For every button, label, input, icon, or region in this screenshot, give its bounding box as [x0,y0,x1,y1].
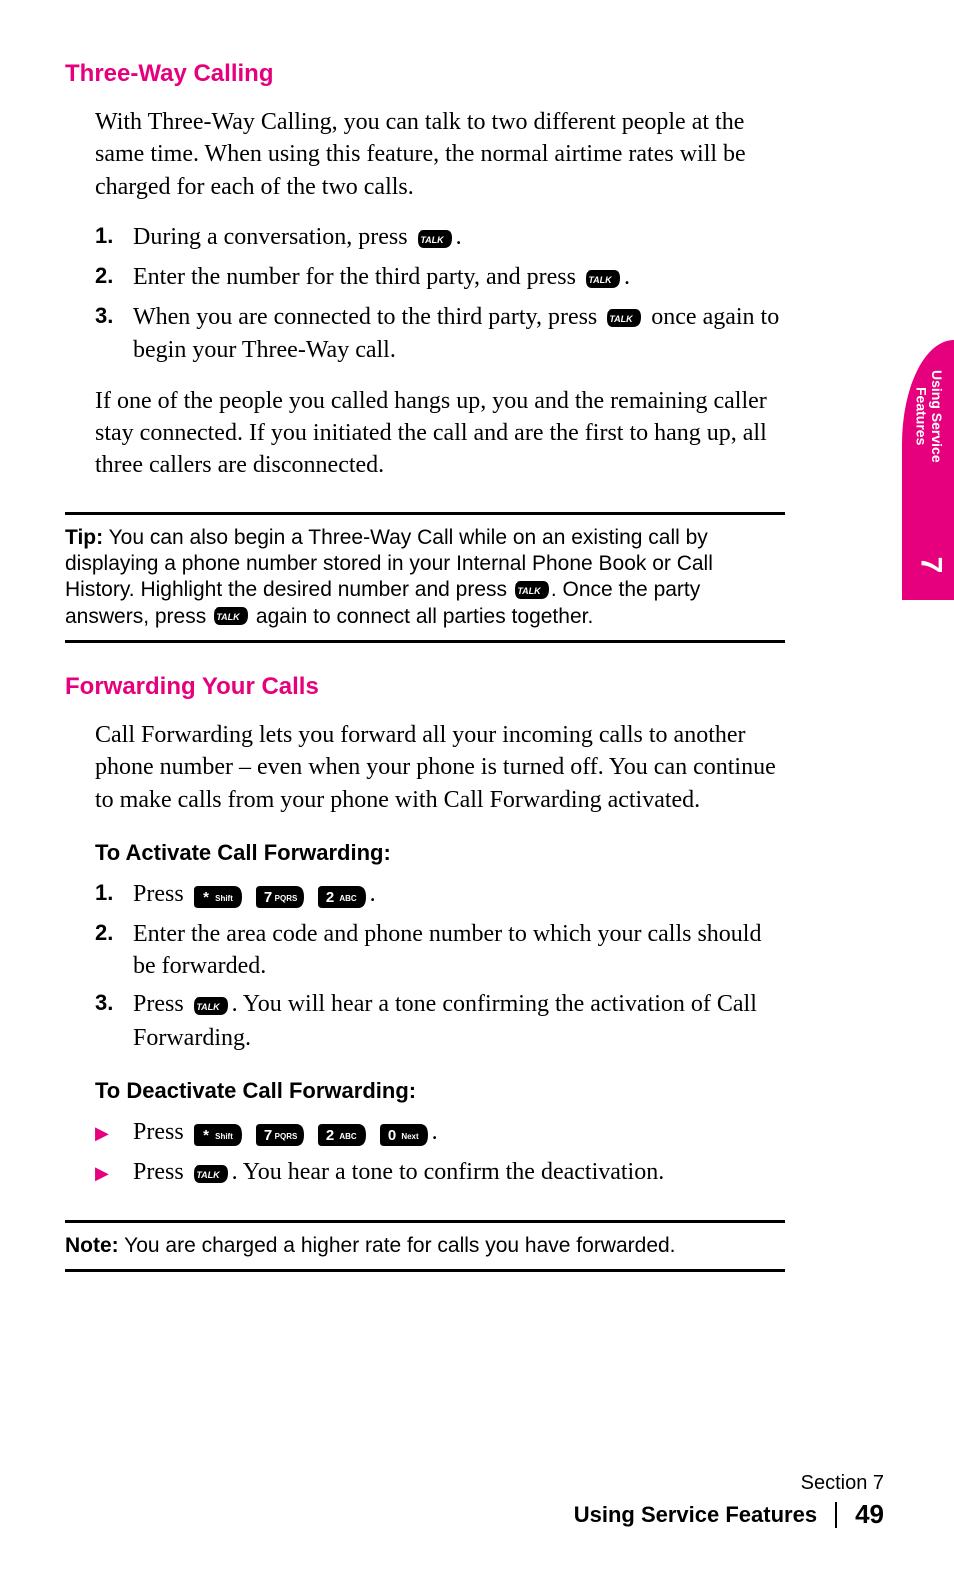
2-key-icon: 2 ABC [316,1118,368,1150]
svg-text:2: 2 [326,889,334,906]
steps-deactivate: ▶Press *Shift 7PQRS 2ABC 0Next.▶Press TA… [95,1116,785,1189]
talk-key-icon: TALK [584,262,622,294]
7-key-icon: 7PQRS [254,1118,306,1150]
note-box: Note: You are charged a higher rate for … [65,1220,785,1272]
note-text: You are charged a higher rate for calls … [119,1234,676,1257]
svg-text:*: * [203,889,209,906]
svg-text:TALK: TALK [517,586,542,596]
svg-text:7: 7 [264,889,272,906]
intro-forwarding: Call Forwarding lets you forward all you… [95,719,785,816]
step-text: Press TALK. You will hear a tone confirm… [133,988,785,1054]
svg-text:Next: Next [401,1132,419,1141]
list-item: 3.Press TALK. You will hear a tone confi… [95,988,785,1054]
heading-forwarding: Forwarding Your Calls [65,673,785,701]
list-item: 2.Enter the number for the third party, … [95,261,785,295]
svg-text:0: 0 [388,1127,396,1144]
side-tab: Using ServiceFeatures 7 [902,340,954,600]
tip-text-3: again to connect all parties together. [250,605,593,628]
0-key-icon: 0 Next [378,1118,430,1150]
svg-text:ABC: ABC [339,1132,357,1141]
svg-text:Shift: Shift [215,894,233,903]
talk-key-icon: TALK [513,578,551,601]
intro-three-way: With Three-Way Calling, you can talk to … [95,106,785,203]
list-item: 1.Press *Shift 7PQRS 2ABC. [95,878,785,912]
svg-text:7: 7 [264,1127,272,1144]
svg-text:TALK: TALK [420,235,445,245]
subhead-deactivate: To Deactivate Call Forwarding: [95,1078,785,1104]
step-text: Enter the area code and phone number to … [133,918,785,983]
bullet-text: Press TALK. You hear a tone to confirm t… [133,1156,664,1190]
page-content: Three-Way Calling With Three-Way Calling… [65,60,785,1302]
svg-text:PQRS: PQRS [274,894,297,903]
list-item: 2.Enter the area code and phone number t… [95,918,785,983]
talk-key-icon: TALK [192,990,230,1022]
svg-text:ABC: ABC [339,894,357,903]
footer-section: Section 7 [574,1472,884,1495]
svg-text:2: 2 [326,1127,334,1144]
step-text: Enter the number for the third party, an… [133,261,630,295]
step-text: When you are connected to the third part… [133,301,785,367]
talk-key-icon: TALK [605,302,643,334]
footer-title: Using Service Features [574,1502,837,1528]
page-footer: Section 7 Using Service Features 49 [574,1472,884,1530]
step-text: Press *Shift 7PQRS 2ABC. [133,878,376,912]
svg-text:TALK: TALK [196,1170,221,1180]
steps-activate: 1.Press *Shift 7PQRS 2ABC.2.Enter the ar… [95,878,785,1055]
step-number: 3. [95,301,133,367]
svg-text:Shift: Shift [215,1132,233,1141]
7-key-icon: 7PQRS [254,879,306,911]
tab-label: Using ServiceFeatures [913,370,944,463]
step-text: During a conversation, press TALK. [133,221,462,255]
step-number: 2. [95,918,133,983]
triangle-bullet-icon: ▶ [95,1121,133,1145]
svg-text:*: * [203,1127,209,1144]
svg-text:TALK: TALK [216,612,241,622]
talk-key-icon: TALK [212,605,250,628]
step-number: 1. [95,221,133,255]
svg-text:PQRS: PQRS [274,1132,297,1141]
tab-number: 7 [914,557,948,574]
triangle-bullet-icon: ▶ [95,1161,133,1185]
list-item: ▶Press *Shift 7PQRS 2ABC 0Next. [95,1116,785,1150]
step-number: 2. [95,261,133,295]
svg-text:TALK: TALK [196,1002,221,1012]
talk-key-icon: TALK [416,222,454,254]
subhead-activate: To Activate Call Forwarding: [95,840,785,866]
note-label: Note: [65,1234,119,1257]
2-key-icon: 2 ABC [316,879,368,911]
svg-text:TALK: TALK [588,275,613,285]
list-item: ▶Press TALK. You hear a tone to confirm … [95,1156,785,1190]
outro-three-way: If one of the people you called hangs up… [95,385,785,482]
footer-page: 49 [837,1499,884,1530]
star-key-icon: * Shift [192,1118,244,1150]
steps-three-way: 1.During a conversation, press TALK.2.En… [95,221,785,366]
heading-three-way: Three-Way Calling [65,60,785,88]
bullet-text: Press *Shift 7PQRS 2ABC 0Next. [133,1116,438,1150]
tip-box: Tip: You can also begin a Three-Way Call… [65,512,785,643]
talk-key-icon: TALK [192,1157,230,1189]
star-key-icon: * Shift [192,879,244,911]
step-number: 1. [95,878,133,912]
tip-label: Tip: [65,526,103,549]
svg-text:TALK: TALK [610,314,635,324]
list-item: 3.When you are connected to the third pa… [95,301,785,367]
step-number: 3. [95,988,133,1054]
list-item: 1.During a conversation, press TALK. [95,221,785,255]
